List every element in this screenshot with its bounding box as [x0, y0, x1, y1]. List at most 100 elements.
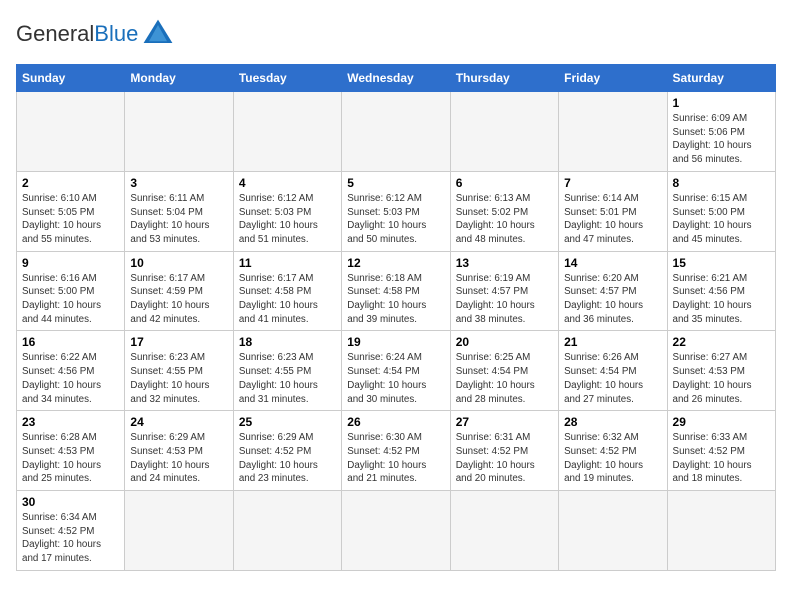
calendar-cell: 25Sunrise: 6:29 AM Sunset: 4:52 PM Dayli…: [233, 411, 341, 491]
weekday-header-saturday: Saturday: [667, 65, 775, 92]
calendar-cell: 20 Sunrise: 6:25 AM Sunset: 4:54 PM Dayli…: [450, 331, 558, 411]
day-info: Sunrise: 6:16 AM Sunset: 5:00 PM Dayligh…: [22, 272, 119, 327]
day-number: 5: [347, 176, 444, 190]
day-info: Sunrise: 6:29 AM Sunset: 4:53 PM Dayligh…: [130, 431, 227, 486]
day-info: Sunrise: 6:14 AM Sunset: 5:01 PM Dayligh…: [564, 192, 661, 247]
calendar-cell: 17 Sunrise: 6:23 AM Sunset: 4:55 PM Dayli…: [125, 331, 233, 411]
calendar-cell: [450, 491, 558, 571]
calendar-row-1: 1 Sunrise: 6:09 AM Sunset: 5:06 PM Daylig…: [17, 92, 776, 172]
day-number: 30: [22, 495, 119, 509]
day-number: 23: [22, 415, 119, 429]
logo: GeneralBlue: [16, 16, 176, 52]
calendar-cell: [559, 92, 667, 172]
calendar-cell: [559, 491, 667, 571]
day-info: Sunrise: 6:12 AM Sunset: 5:03 PM Dayligh…: [347, 192, 444, 247]
day-number: 26: [347, 415, 444, 429]
calendar-cell: [342, 92, 450, 172]
calendar-cell: 23 Sunrise: 6:28 AM Sunset: 4:53 PM Dayli…: [17, 411, 125, 491]
day-info: Sunrise: 6:34 AM Sunset: 4:52 PM Dayligh…: [22, 511, 119, 566]
calendar-cell: 14 Sunrise: 6:20 AM Sunset: 4:57 PM Dayli…: [559, 251, 667, 331]
day-number: 29: [673, 415, 770, 429]
calendar-cell: 9Sunrise: 6:16 AM Sunset: 5:00 PM Daylig…: [17, 251, 125, 331]
calendar-cell: 7 Sunrise: 6:14 AM Sunset: 5:01 PM Daylig…: [559, 171, 667, 251]
day-number: 1: [673, 96, 770, 110]
calendar-cell: 15 Sunrise: 6:21 AM Sunset: 4:56 PM Dayli…: [667, 251, 775, 331]
calendar-cell: 13 Sunrise: 6:19 AM Sunset: 4:57 PM Dayli…: [450, 251, 558, 331]
day-number: 22: [673, 335, 770, 349]
calendar-table: SundayMondayTuesdayWednesdayThursdayFrid…: [16, 64, 776, 571]
calendar-cell: 24 Sunrise: 6:29 AM Sunset: 4:53 PM Dayli…: [125, 411, 233, 491]
day-number: 11: [239, 256, 336, 270]
day-info: Sunrise: 6:18 AM Sunset: 4:58 PM Dayligh…: [347, 272, 444, 327]
day-number: 7: [564, 176, 661, 190]
day-info: Sunrise: 6:24 AM Sunset: 4:54 PM Dayligh…: [347, 351, 444, 406]
day-number: 17: [130, 335, 227, 349]
day-info: Sunrise: 6:13 AM Sunset: 5:02 PM Dayligh…: [456, 192, 553, 247]
weekday-header-thursday: Thursday: [450, 65, 558, 92]
day-number: 18: [239, 335, 336, 349]
day-number: 14: [564, 256, 661, 270]
calendar-cell: 18Sunrise: 6:23 AM Sunset: 4:55 PM Dayli…: [233, 331, 341, 411]
day-number: 28: [564, 415, 661, 429]
day-info: Sunrise: 6:23 AM Sunset: 4:55 PM Dayligh…: [130, 351, 227, 406]
calendar-cell: [17, 92, 125, 172]
day-info: Sunrise: 6:12 AM Sunset: 5:03 PM Dayligh…: [239, 192, 336, 247]
day-number: 19: [347, 335, 444, 349]
weekday-header-row: SundayMondayTuesdayWednesdayThursdayFrid…: [17, 65, 776, 92]
day-info: Sunrise: 6:29 AM Sunset: 4:52 PM Dayligh…: [239, 431, 336, 486]
day-number: 13: [456, 256, 553, 270]
day-info: Sunrise: 6:20 AM Sunset: 4:57 PM Dayligh…: [564, 272, 661, 327]
calendar-cell: 10Sunrise: 6:17 AM Sunset: 4:59 PM Dayli…: [125, 251, 233, 331]
day-number: 12: [347, 256, 444, 270]
day-number: 3: [130, 176, 227, 190]
day-info: Sunrise: 6:11 AM Sunset: 5:04 PM Dayligh…: [130, 192, 227, 247]
calendar-cell: 16Sunrise: 6:22 AM Sunset: 4:56 PM Dayli…: [17, 331, 125, 411]
calendar-cell: 11 Sunrise: 6:17 AM Sunset: 4:58 PM Dayli…: [233, 251, 341, 331]
day-info: Sunrise: 6:17 AM Sunset: 4:58 PM Dayligh…: [239, 272, 336, 327]
calendar-cell: [233, 92, 341, 172]
calendar-cell: 29Sunrise: 6:33 AM Sunset: 4:52 PM Dayli…: [667, 411, 775, 491]
weekday-header-wednesday: Wednesday: [342, 65, 450, 92]
day-info: Sunrise: 6:27 AM Sunset: 4:53 PM Dayligh…: [673, 351, 770, 406]
calendar-cell: 1 Sunrise: 6:09 AM Sunset: 5:06 PM Daylig…: [667, 92, 775, 172]
calendar-cell: [233, 491, 341, 571]
calendar-cell: [125, 491, 233, 571]
calendar-row-3: 9Sunrise: 6:16 AM Sunset: 5:00 PM Daylig…: [17, 251, 776, 331]
calendar-cell: 28 Sunrise: 6:32 AM Sunset: 4:52 PM Dayli…: [559, 411, 667, 491]
day-info: Sunrise: 6:28 AM Sunset: 4:53 PM Dayligh…: [22, 431, 119, 486]
calendar-cell: 6Sunrise: 6:13 AM Sunset: 5:02 PM Daylig…: [450, 171, 558, 251]
calendar-cell: 5 Sunrise: 6:12 AM Sunset: 5:03 PM Daylig…: [342, 171, 450, 251]
day-number: 24: [130, 415, 227, 429]
calendar-row-6: 30 Sunrise: 6:34 AM Sunset: 4:52 PM Dayli…: [17, 491, 776, 571]
day-number: 8: [673, 176, 770, 190]
calendar-cell: 4Sunrise: 6:12 AM Sunset: 5:03 PM Daylig…: [233, 171, 341, 251]
day-number: 27: [456, 415, 553, 429]
calendar-cell: 3 Sunrise: 6:11 AM Sunset: 5:04 PM Daylig…: [125, 171, 233, 251]
calendar-cell: 2 Sunrise: 6:10 AM Sunset: 5:05 PM Daylig…: [17, 171, 125, 251]
day-number: 2: [22, 176, 119, 190]
calendar-cell: 26 Sunrise: 6:30 AM Sunset: 4:52 PM Dayli…: [342, 411, 450, 491]
day-number: 20: [456, 335, 553, 349]
calendar-row-5: 23 Sunrise: 6:28 AM Sunset: 4:53 PM Dayli…: [17, 411, 776, 491]
calendar-row-2: 2 Sunrise: 6:10 AM Sunset: 5:05 PM Daylig…: [17, 171, 776, 251]
day-number: 21: [564, 335, 661, 349]
day-info: Sunrise: 6:17 AM Sunset: 4:59 PM Dayligh…: [130, 272, 227, 327]
calendar-cell: 21 Sunrise: 6:26 AM Sunset: 4:54 PM Dayli…: [559, 331, 667, 411]
day-info: Sunrise: 6:25 AM Sunset: 4:54 PM Dayligh…: [456, 351, 553, 406]
day-info: Sunrise: 6:32 AM Sunset: 4:52 PM Dayligh…: [564, 431, 661, 486]
logo-icon: [140, 16, 176, 52]
day-info: Sunrise: 6:09 AM Sunset: 5:06 PM Dayligh…: [673, 112, 770, 167]
day-info: Sunrise: 6:10 AM Sunset: 5:05 PM Dayligh…: [22, 192, 119, 247]
day-info: Sunrise: 6:30 AM Sunset: 4:52 PM Dayligh…: [347, 431, 444, 486]
calendar-cell: 30 Sunrise: 6:34 AM Sunset: 4:52 PM Dayli…: [17, 491, 125, 571]
weekday-header-monday: Monday: [125, 65, 233, 92]
calendar-cell: [450, 92, 558, 172]
weekday-header-friday: Friday: [559, 65, 667, 92]
day-info: Sunrise: 6:26 AM Sunset: 4:54 PM Dayligh…: [564, 351, 661, 406]
weekday-header-sunday: Sunday: [17, 65, 125, 92]
day-info: Sunrise: 6:21 AM Sunset: 4:56 PM Dayligh…: [673, 272, 770, 327]
logo-text: GeneralBlue: [16, 23, 138, 45]
day-info: Sunrise: 6:19 AM Sunset: 4:57 PM Dayligh…: [456, 272, 553, 327]
day-number: 15: [673, 256, 770, 270]
day-info: Sunrise: 6:15 AM Sunset: 5:00 PM Dayligh…: [673, 192, 770, 247]
